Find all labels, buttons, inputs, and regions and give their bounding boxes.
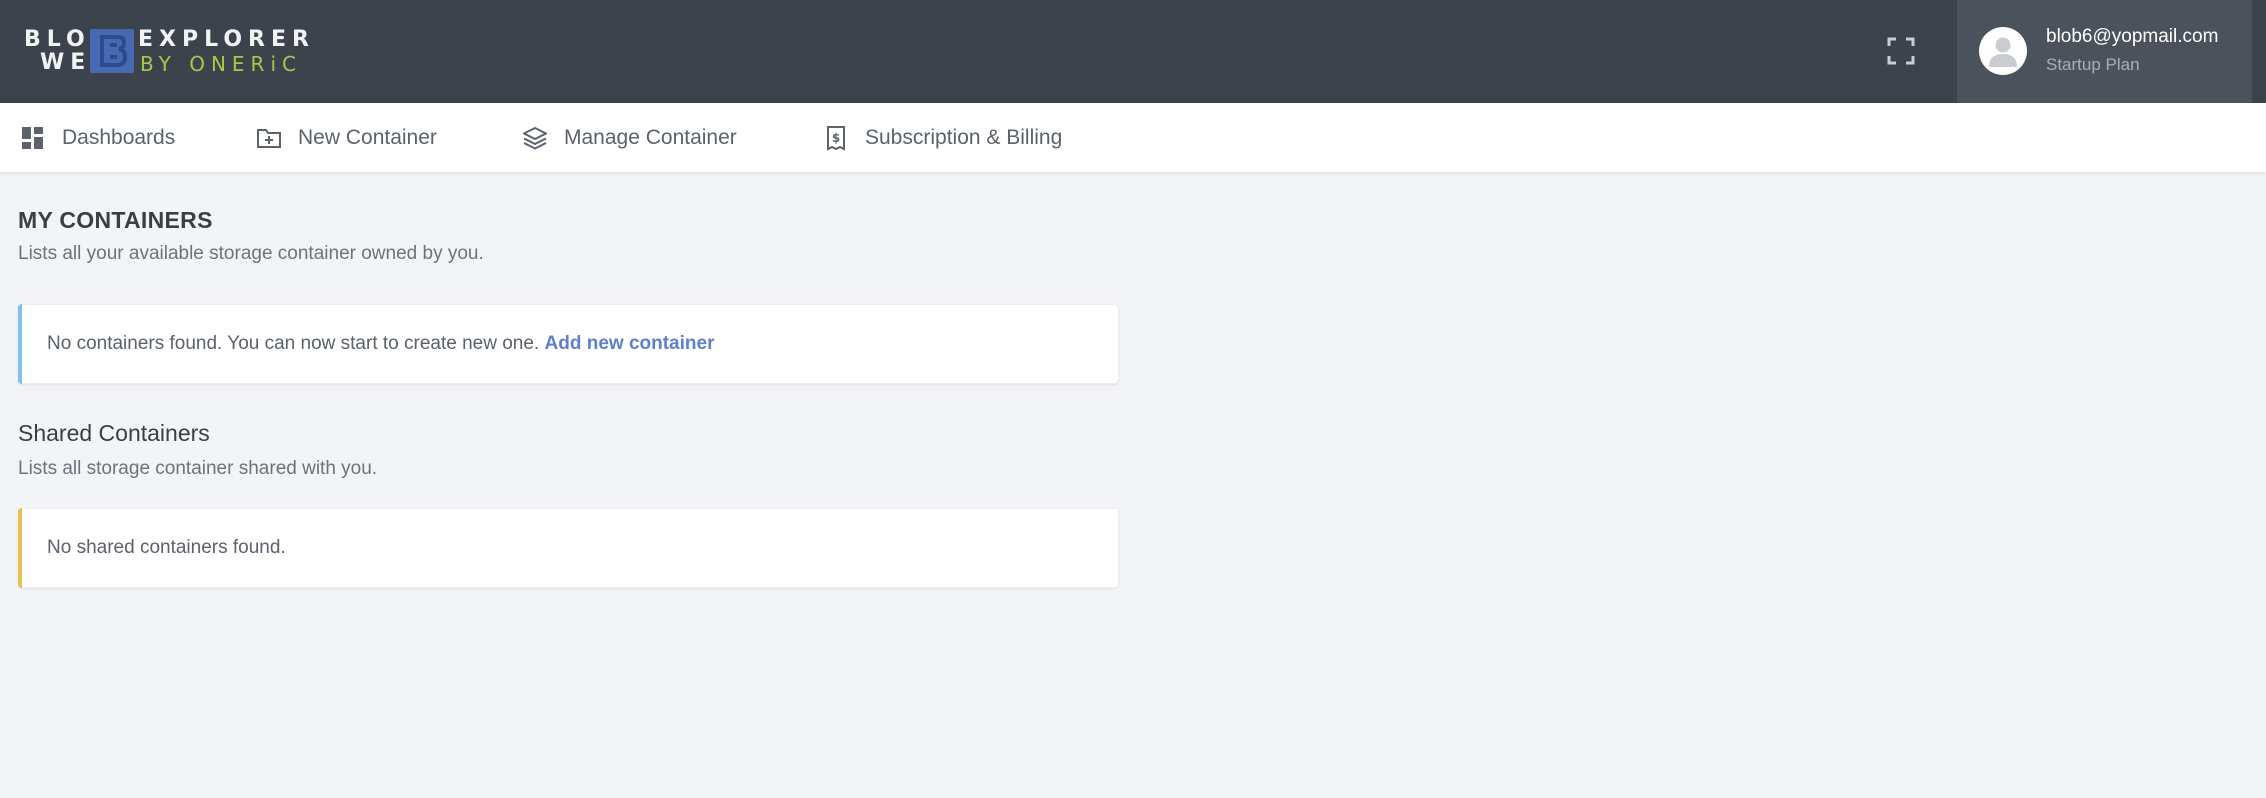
user-profile-menu[interactable]: blob6@yopmail.com Startup Plan (1957, 0, 2252, 103)
alert-text: No containers found. You can now start t… (47, 333, 540, 354)
layers-icon (522, 125, 548, 151)
logo-text-line2-left: WE (40, 50, 92, 75)
alert-message: No shared containers found. (47, 537, 286, 558)
nav-item-label: Subscription & Billing (865, 126, 1063, 149)
folder-plus-icon (256, 125, 282, 151)
fullscreen-icon[interactable] (1886, 36, 1916, 66)
user-avatar-icon (1979, 27, 2027, 75)
my-containers-empty-alert: No containers found. You can now start t… (18, 304, 1119, 384)
shared-containers-title: Shared Containers (18, 420, 210, 446)
logo-text-line1-left: BLO (24, 27, 91, 52)
logo-text-line1-right: EXPLORER (138, 27, 315, 52)
my-containers-title: MY CONTAINERS (18, 207, 213, 233)
alert-message: No containers found. You can now start t… (47, 333, 714, 355)
receipt-dollar-icon: $ (823, 125, 849, 151)
nav-item-subscription-billing[interactable]: $ Subscription & Billing (823, 103, 1062, 173)
nav-item-label: Dashboards (62, 126, 176, 149)
alert-warning-accent (18, 508, 22, 588)
alert-info-accent (18, 304, 22, 384)
nav-item-manage-container[interactable]: Manage Container (522, 103, 737, 173)
top-header: BLO WE EXPLORER BY ONERiC blob6@yopmail.… (0, 0, 2266, 103)
logo-mark-icon (90, 29, 134, 73)
user-email: blob6@yopmail.com (2046, 26, 2219, 47)
svg-text:$: $ (832, 131, 840, 145)
nav-item-dashboards[interactable]: Dashboards (20, 103, 175, 173)
my-containers-subtitle: Lists all your available storage contain… (18, 243, 484, 264)
logo-tagline: BY ONERiC (140, 52, 302, 76)
shared-containers-subtitle: Lists all storage container shared with … (18, 458, 378, 479)
dashboard-grid-icon (20, 125, 46, 151)
shared-containers-empty-alert: No shared containers found. (18, 508, 1119, 588)
nav-item-label: New Container (298, 126, 437, 149)
main-nav: Dashboards New Container Manage Containe… (0, 103, 2266, 173)
nav-item-label: Manage Container (564, 126, 737, 149)
nav-item-new-container[interactable]: New Container (256, 103, 437, 173)
add-new-container-link[interactable]: Add new container (545, 333, 715, 354)
brand-logo[interactable]: BLO WE EXPLORER BY ONERiC (24, 26, 324, 76)
user-plan: Startup Plan (2046, 55, 2140, 74)
